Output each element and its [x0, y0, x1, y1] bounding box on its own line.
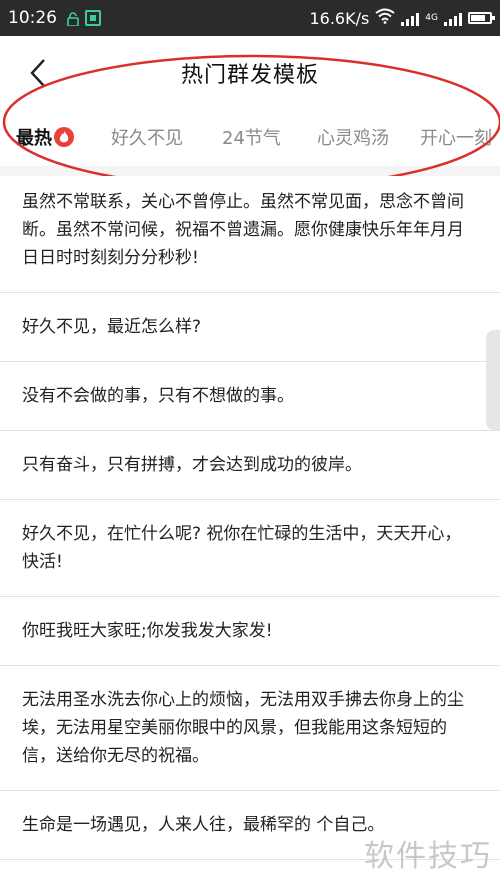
template-item[interactable]: 无法用圣水洗去你心上的烦恼，无法用双手拂去你身上的尘埃，无法用星空美丽你眼中的风…: [0, 666, 500, 791]
template-item[interactable]: 没有不会做的事，只有不想做的事。: [0, 362, 500, 431]
back-button[interactable]: [24, 56, 54, 90]
category-tabs: 最热 好久不见 24节气 心灵鸡汤 开心一刻: [0, 110, 500, 166]
tab-fun-moment[interactable]: 开心一刻: [420, 124, 492, 150]
tab-chicken-soup[interactable]: 心灵鸡汤: [317, 124, 389, 150]
signal-icon-2: [444, 10, 462, 26]
tab-long-time-no-see[interactable]: 好久不见: [111, 124, 183, 150]
page-title: 热门群发模板: [180, 63, 319, 88]
watermark: 软件技巧: [364, 839, 492, 874]
battery-icon: [468, 12, 495, 24]
template-item[interactable]: 好久不见，最近怎么样?: [0, 293, 500, 362]
wifi-icon: [375, 8, 395, 28]
template-item[interactable]: 虽然不常联系，关心不曾停止。虽然不常见面，思念不曾间断。虽然不常问候，祝福不曾遗…: [0, 176, 500, 293]
net-speed: 16.6K/s: [309, 8, 370, 28]
tab-hot[interactable]: 最热: [16, 124, 74, 150]
status-time: 10:26: [8, 8, 57, 28]
signal-icon: [401, 10, 420, 26]
status-bar: 10:26 16.6K/s 4G: [0, 0, 500, 36]
template-item[interactable]: 只有奋斗，只有拼搏，才会达到成功的彼岸。: [0, 431, 500, 500]
back-arrow-icon: [30, 59, 45, 87]
app-header: 热门群发模板: [0, 36, 500, 110]
side-scroll-handle[interactable]: [486, 330, 500, 430]
tab-24-solar-terms[interactable]: 24节气: [222, 124, 281, 150]
template-list: 虽然不常联系，关心不曾停止。虽然不常见面，思念不曾间断。虽然不常问候，祝福不曾遗…: [0, 176, 500, 889]
network-type: 4G: [425, 12, 438, 23]
lock-icon: [67, 11, 79, 27]
sim-icon: [85, 10, 101, 26]
template-item[interactable]: 你旺我旺大家旺;你发我发大家发!: [0, 597, 500, 666]
template-item[interactable]: 好久不见，在忙什么呢? 祝你在忙碌的生活中，天天开心，快活!: [0, 500, 500, 597]
fire-icon: [54, 127, 74, 147]
